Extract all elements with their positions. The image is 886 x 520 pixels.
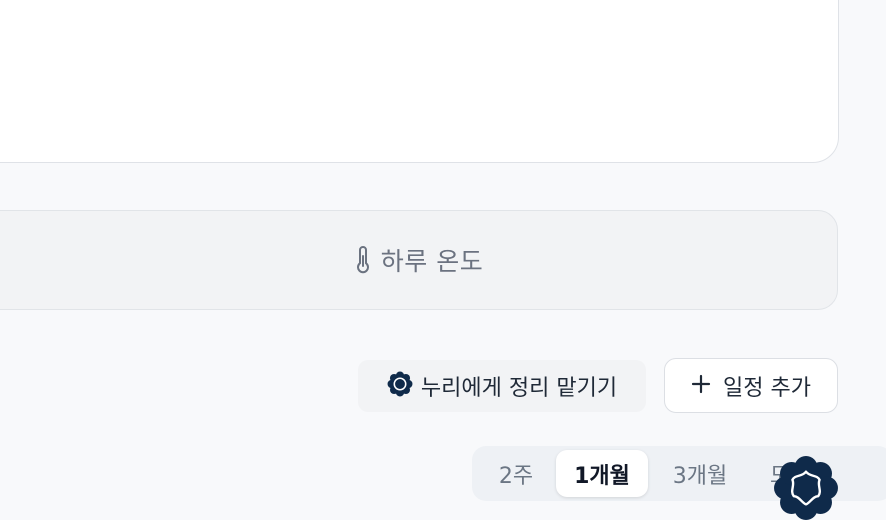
- add-schedule-button[interactable]: 일정 추가: [664, 358, 838, 413]
- add-schedule-label: 일정 추가: [723, 375, 811, 401]
- nuri-assistant-fab[interactable]: [772, 454, 840, 520]
- daily-temperature-bar[interactable]: 하루 온도: [0, 210, 838, 310]
- nuri-flower-icon: [387, 371, 413, 401]
- tab-2-weeks[interactable]: 2주: [476, 450, 556, 497]
- tab-3-months[interactable]: 3개월: [652, 450, 748, 497]
- ask-nuri-organize-button[interactable]: 누리에게 정리 맡기기: [358, 360, 646, 412]
- ask-nuri-label: 누리에게 정리 맡기기: [420, 376, 618, 401]
- tab-1-month[interactable]: 1개월: [556, 450, 648, 497]
- nuri-flower-icon: [772, 456, 840, 520]
- daily-temperature-label: 하루 온도: [380, 247, 484, 276]
- daily-temperature-content: 하루 온도: [355, 242, 483, 278]
- schedule-page: 하루 온도 누리에게 정리 맡기기 일정 추가 2주 1개월 3개월 모: [0, 0, 886, 520]
- top-card: [0, 0, 839, 163]
- plus-icon: [691, 371, 711, 399]
- thermometer-icon: [355, 246, 371, 274]
